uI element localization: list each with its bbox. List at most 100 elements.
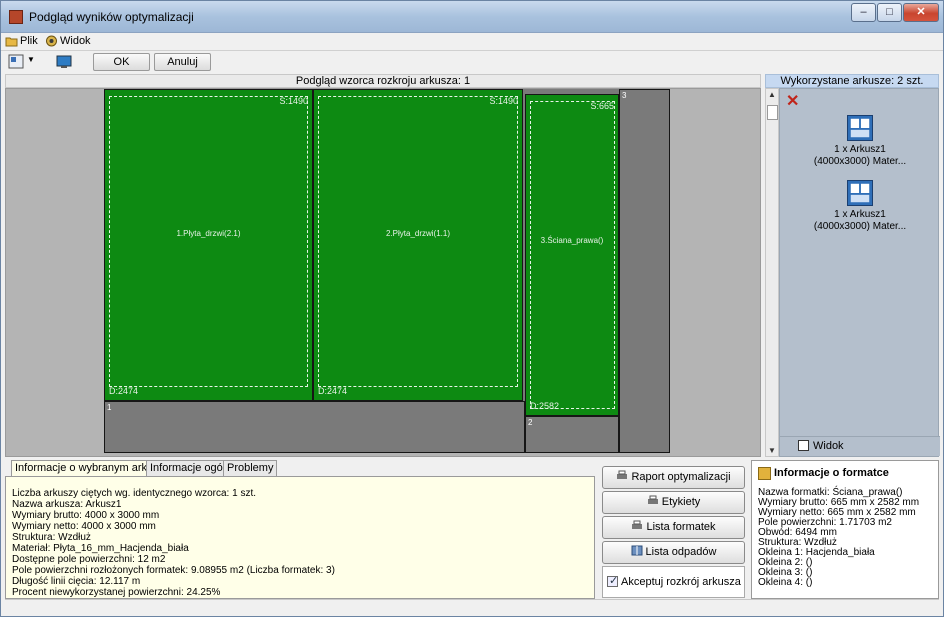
cancel-button[interactable]: Anuluj [154, 53, 211, 71]
waste-2-label: 2 [528, 418, 533, 427]
sheet-icon [847, 180, 873, 206]
book-icon [631, 545, 643, 556]
info-line: Struktura: Wzdłuż [12, 532, 91, 543]
panel-3[interactable]: S:665 D:2582 3.Ściana_prawa() [525, 94, 619, 416]
monitor-icon[interactable] [56, 54, 72, 69]
format-info-line: Okleina 4: () [758, 577, 813, 588]
format-icon [758, 467, 771, 480]
panel-3-length: D:2582 [530, 401, 560, 411]
panel-2[interactable]: S:1490 D:2474 2.Płyta_drzwi(1.1) [313, 89, 523, 401]
waste-1-label: 1 [107, 403, 112, 412]
title-bar: Podgląd wyników optymalizacji – □ ✕ [1, 1, 943, 33]
app-icon [9, 10, 23, 24]
preview-header: Podgląd wzorca rozkroju arkusza: 1 [5, 74, 761, 88]
sheet-item-2[interactable]: 1 x Arkusz1 (4000x3000) Mater... [780, 180, 940, 233]
waste-3[interactable]: 3 [619, 89, 670, 453]
panel-3-label: 3.Ściana_prawa() [540, 236, 604, 245]
folder-icon [5, 37, 18, 47]
printer-icon [617, 470, 628, 479]
info-line: Wymiary brutto: 4000 x 3000 mm [12, 510, 160, 521]
menu-file[interactable]: Plik [3, 34, 38, 49]
sheet-item-2-line2: (4000x3000) Mater... [813, 221, 907, 232]
used-sheets-header: Wykorzystane arkusze: 2 szt. [765, 74, 939, 88]
accept-cut-checkbox[interactable]: Akceptuj rozkrój arkusza [602, 566, 745, 598]
view-icon [798, 440, 809, 451]
labels-label: Etykiety [661, 496, 701, 508]
panel-1-width: S:1490 [279, 96, 308, 106]
ok-button[interactable]: OK [93, 53, 150, 71]
panel-1-length: D:2474 [109, 386, 139, 396]
info-line: Nazwa arkusza: Arkusz1 [12, 499, 122, 510]
panel-1-edge [109, 96, 308, 387]
app-window: Podgląd wyników optymalizacji – □ ✕ Plik… [0, 0, 944, 617]
panel-2-edge [318, 96, 518, 387]
waste-2[interactable]: 2 [525, 416, 619, 453]
waste-3-label: 3 [622, 91, 627, 100]
panel-2-length: D:2474 [318, 386, 348, 396]
info-line: Procent niewykorzystanej powierzchni: 24… [12, 587, 221, 598]
menu-bar: Plik Widok [1, 33, 943, 50]
info-line: Liczba arkuszy ciętych wg. identycznego … [12, 488, 256, 499]
info-line: Pole powierzchni rozłożonych formatek: 9… [12, 565, 335, 576]
cutting-sheet: S:1490 D:2474 1.Płyta_drzwi(2.1) S:1490 … [104, 89, 670, 453]
info-line: Dostępne pole powierzchni: 12 m2 [12, 554, 166, 565]
sheet-item-1[interactable]: 1 x Arkusz1 (4000x3000) Mater... [780, 115, 940, 168]
scroll-thumb[interactable] [767, 105, 778, 120]
info-line: Długość linii cięcia: 12.117 m [12, 576, 141, 587]
view-label: Widok [813, 440, 844, 452]
status-bar [5, 599, 939, 616]
format-info-panel: Informacje o formatce Nazwa formatki: Śc… [751, 460, 939, 599]
format-info-title-text: Informacje o formatce [774, 467, 889, 479]
bottom-area: Informacje o wybranym arkuszu Informacje… [5, 457, 939, 599]
panel-2-width: S:1490 [489, 96, 518, 106]
accept-label: Akceptuj rozkrój arkusza [621, 576, 741, 588]
sheet-item-1-line2: (4000x3000) Mater... [813, 156, 907, 167]
sheet-info-box: Liczba arkuszy ciętych wg. identycznego … [5, 476, 595, 599]
chevron-down-icon[interactable]: ▼ [27, 55, 35, 64]
menu-file-label: Plik [20, 35, 38, 47]
panel-1[interactable]: S:1490 D:2474 1.Płyta_drzwi(2.1) [104, 89, 313, 401]
waste-list-button[interactable]: Lista odpadów [602, 541, 745, 564]
sheets-list: ✕ 1 x Arkusz1 (4000x3000) Mater... 1 x A… [779, 88, 940, 457]
menu-view-label: Widok [60, 35, 91, 47]
main-area: Podgląd wzorca rozkroju arkusza: 1 S:149… [5, 74, 940, 457]
waste-1[interactable]: 1 [104, 401, 525, 453]
report-label: Raport optymalizacji [631, 471, 731, 483]
close-button[interactable]: ✕ [903, 3, 939, 22]
panel-1-label: 1.Płyta_drzwi(2.1) [176, 229, 241, 238]
view-toggle[interactable]: Widok [780, 436, 940, 456]
delete-icon[interactable]: ✕ [786, 91, 799, 111]
actions-panel: Raport optymalizacji Etykiety Lista form… [597, 460, 749, 599]
format-list-label: Lista formatek [646, 521, 716, 533]
info-tabs: Informacje o wybranym arkuszu Informacje… [5, 460, 595, 477]
cutting-preview-canvas[interactable]: S:1490 D:2474 1.Płyta_drzwi(2.1) S:1490 … [5, 88, 761, 457]
scroll-down-icon[interactable]: ▼ [766, 446, 778, 455]
sheet-item-1-line1: 1 x Arkusz1 [834, 144, 886, 155]
printer-icon [632, 520, 643, 529]
maximize-button[interactable]: □ [877, 3, 902, 22]
minimize-button[interactable]: – [851, 3, 876, 22]
scroll-up-icon[interactable]: ▲ [766, 90, 778, 99]
printer-icon [647, 495, 658, 504]
toolbar: ▼ OK Anuluj [1, 50, 943, 72]
sheet-item-2-line1: 1 x Arkusz1 [834, 209, 886, 220]
checkbox-checked-icon[interactable] [607, 574, 618, 587]
info-line: Wymiary netto: 4000 x 3000 mm [12, 521, 156, 532]
waste-list-label: Lista odpadów [645, 546, 717, 558]
sheet-icon [847, 115, 873, 141]
panel-3-width: S:665 [590, 101, 614, 111]
view-icon [46, 35, 57, 47]
info-line: Materiał: Płyta_16_mm_Hacjenda_biała [12, 543, 189, 554]
used-sheets-panel: Wykorzystane arkusze: 2 szt. ▲ ▼ ✕ 1 x A… [765, 74, 940, 457]
sheets-scrollbar[interactable]: ▲ ▼ [765, 88, 779, 457]
window-title: Podgląd wyników optymalizacji [29, 10, 194, 24]
panel-3-edge [530, 101, 615, 409]
tab-problems[interactable]: Problemy [223, 460, 278, 476]
panel-2-label: 2.Płyta_drzwi(1.1) [385, 229, 451, 238]
labels-button[interactable]: Etykiety [602, 491, 745, 514]
format-list-button[interactable]: Lista formatek [602, 516, 745, 539]
layout-icon[interactable] [8, 54, 24, 69]
optimization-report-button[interactable]: Raport optymalizacji [602, 466, 745, 489]
menu-view[interactable]: Widok [43, 34, 91, 49]
format-info-title: Informacje o formatce [758, 466, 938, 480]
